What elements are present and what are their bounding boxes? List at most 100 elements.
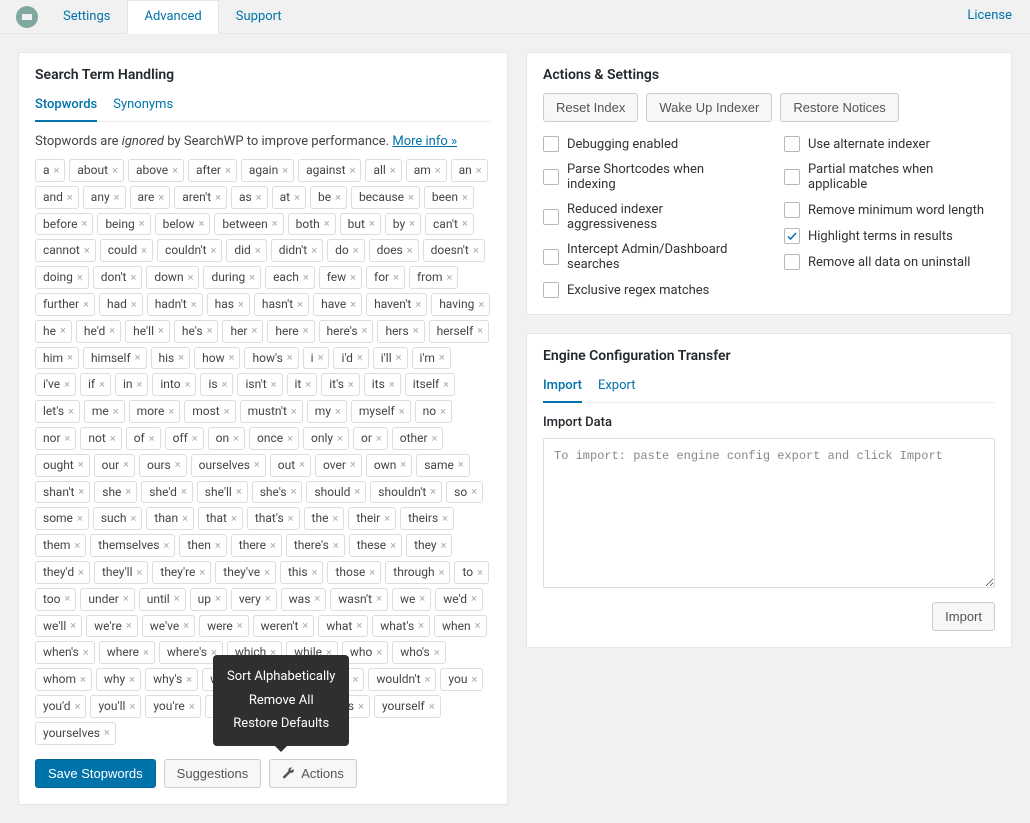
remove-tag-icon[interactable]: × xyxy=(109,323,115,338)
remove-tag-icon[interactable]: × xyxy=(434,645,440,660)
remove-tag-icon[interactable]: × xyxy=(264,565,270,580)
remove-tag-icon[interactable]: × xyxy=(376,591,382,606)
remove-tag-icon[interactable]: × xyxy=(432,431,438,446)
remove-tag-icon[interactable]: × xyxy=(478,297,484,312)
remove-tag-icon[interactable]: × xyxy=(471,591,477,606)
remove-tag-icon[interactable]: × xyxy=(67,190,73,205)
remove-tag-icon[interactable]: × xyxy=(471,672,477,687)
remove-tag-icon[interactable]: × xyxy=(181,484,187,499)
remove-tag-icon[interactable]: × xyxy=(396,350,402,365)
remove-tag-icon[interactable]: × xyxy=(399,404,405,419)
subtab-stopwords[interactable]: Stopwords xyxy=(35,93,97,122)
remove-tag-icon[interactable]: × xyxy=(390,538,396,553)
actions-button[interactable]: Actions xyxy=(269,759,357,788)
remove-tag-icon[interactable]: × xyxy=(137,565,143,580)
remove-tag-icon[interactable]: × xyxy=(471,484,477,499)
remove-tag-icon[interactable]: × xyxy=(476,163,482,178)
remove-tag-icon[interactable]: × xyxy=(291,404,297,419)
remove-tag-icon[interactable]: × xyxy=(186,672,192,687)
remove-tag-icon[interactable]: × xyxy=(168,404,174,419)
remove-tag-icon[interactable]: × xyxy=(158,190,164,205)
popover-item[interactable]: Remove All xyxy=(227,689,335,712)
remove-tag-icon[interactable]: × xyxy=(222,377,228,392)
remove-tag-icon[interactable]: × xyxy=(287,350,293,365)
remove-tag-icon[interactable]: × xyxy=(294,190,300,205)
remove-tag-icon[interactable]: × xyxy=(418,618,424,633)
remove-tag-icon[interactable]: × xyxy=(256,190,262,205)
remove-tag-icon[interactable]: × xyxy=(282,163,288,178)
save-stopwords-button[interactable]: Save Stopwords xyxy=(35,759,156,788)
remove-tag-icon[interactable]: × xyxy=(83,297,89,312)
remove-tag-icon[interactable]: × xyxy=(182,511,188,526)
remove-tag-icon[interactable]: × xyxy=(357,350,363,365)
remove-tag-icon[interactable]: × xyxy=(191,297,197,312)
remove-tag-icon[interactable]: × xyxy=(299,457,305,472)
remove-tag-icon[interactable]: × xyxy=(350,270,356,285)
remove-tag-icon[interactable]: × xyxy=(252,323,258,338)
remove-tag-icon[interactable]: × xyxy=(143,645,149,660)
remove-tag-icon[interactable]: × xyxy=(354,484,360,499)
remove-tag-icon[interactable]: × xyxy=(60,323,66,338)
remove-tag-icon[interactable]: × xyxy=(270,538,276,553)
remove-tag-icon[interactable]: × xyxy=(439,350,445,365)
remove-tag-icon[interactable]: × xyxy=(265,591,271,606)
transfer-tab-import[interactable]: Import xyxy=(543,374,582,403)
remove-tag-icon[interactable]: × xyxy=(80,672,86,687)
remove-tag-icon[interactable]: × xyxy=(130,270,136,285)
remove-tag-icon[interactable]: × xyxy=(407,243,413,258)
remove-tag-icon[interactable]: × xyxy=(54,163,60,178)
remove-tag-icon[interactable]: × xyxy=(199,565,205,580)
remove-tag-icon[interactable]: × xyxy=(172,163,178,178)
remove-tag-icon[interactable]: × xyxy=(408,190,414,205)
remove-tag-icon[interactable]: × xyxy=(225,163,231,178)
nav-tab-support[interactable]: Support xyxy=(219,0,299,33)
remove-tag-icon[interactable]: × xyxy=(125,484,131,499)
remove-tag-icon[interactable]: × xyxy=(305,377,311,392)
remove-tag-icon[interactable]: × xyxy=(112,163,118,178)
remove-tag-icon[interactable]: × xyxy=(135,350,141,365)
remove-tag-icon[interactable]: × xyxy=(393,270,399,285)
remove-tag-icon[interactable]: × xyxy=(376,431,382,446)
remove-tag-icon[interactable]: × xyxy=(238,297,244,312)
remove-tag-icon[interactable]: × xyxy=(215,538,221,553)
remove-tag-icon[interactable]: × xyxy=(123,457,129,472)
remove-tag-icon[interactable]: × xyxy=(413,323,419,338)
remove-tag-icon[interactable]: × xyxy=(67,350,73,365)
remove-tag-icon[interactable]: × xyxy=(362,323,368,338)
remove-tag-icon[interactable]: × xyxy=(81,216,87,231)
remove-tag-icon[interactable]: × xyxy=(429,699,435,714)
remove-tag-icon[interactable]: × xyxy=(164,538,170,553)
remove-tag-icon[interactable]: × xyxy=(356,618,362,633)
remove-tag-icon[interactable]: × xyxy=(207,323,213,338)
remove-tag-icon[interactable]: × xyxy=(302,618,308,633)
subtab-synonyms[interactable]: Synonyms xyxy=(113,93,173,122)
restore-notices-button[interactable]: Restore Notices xyxy=(780,93,898,122)
remove-tag-icon[interactable]: × xyxy=(77,511,83,526)
remove-tag-icon[interactable]: × xyxy=(477,565,483,580)
remove-tag-icon[interactable]: × xyxy=(68,404,74,419)
checkbox[interactable] xyxy=(543,209,559,225)
remove-tag-icon[interactable]: × xyxy=(350,163,356,178)
remove-tag-icon[interactable]: × xyxy=(384,511,390,526)
remove-tag-icon[interactable]: × xyxy=(129,672,135,687)
remove-tag-icon[interactable]: × xyxy=(314,591,320,606)
remove-tag-icon[interactable]: × xyxy=(236,484,242,499)
remove-tag-icon[interactable]: × xyxy=(65,591,71,606)
remove-tag-icon[interactable]: × xyxy=(131,297,137,312)
remove-tag-icon[interactable]: × xyxy=(149,431,155,446)
remove-tag-icon[interactable]: × xyxy=(77,270,83,285)
remove-tag-icon[interactable]: × xyxy=(288,511,294,526)
checkbox[interactable] xyxy=(784,228,800,244)
remove-tag-icon[interactable]: × xyxy=(174,591,180,606)
remove-tag-icon[interactable]: × xyxy=(291,484,297,499)
import-textarea[interactable] xyxy=(543,438,995,588)
remove-tag-icon[interactable]: × xyxy=(400,457,406,472)
remove-tag-icon[interactable]: × xyxy=(324,216,330,231)
remove-tag-icon[interactable]: × xyxy=(215,190,221,205)
remove-tag-icon[interactable]: × xyxy=(271,377,277,392)
remove-tag-icon[interactable]: × xyxy=(358,699,364,714)
remove-tag-icon[interactable]: × xyxy=(415,297,421,312)
remove-tag-icon[interactable]: × xyxy=(443,377,449,392)
remove-tag-icon[interactable]: × xyxy=(237,618,243,633)
remove-tag-icon[interactable]: × xyxy=(78,484,84,499)
